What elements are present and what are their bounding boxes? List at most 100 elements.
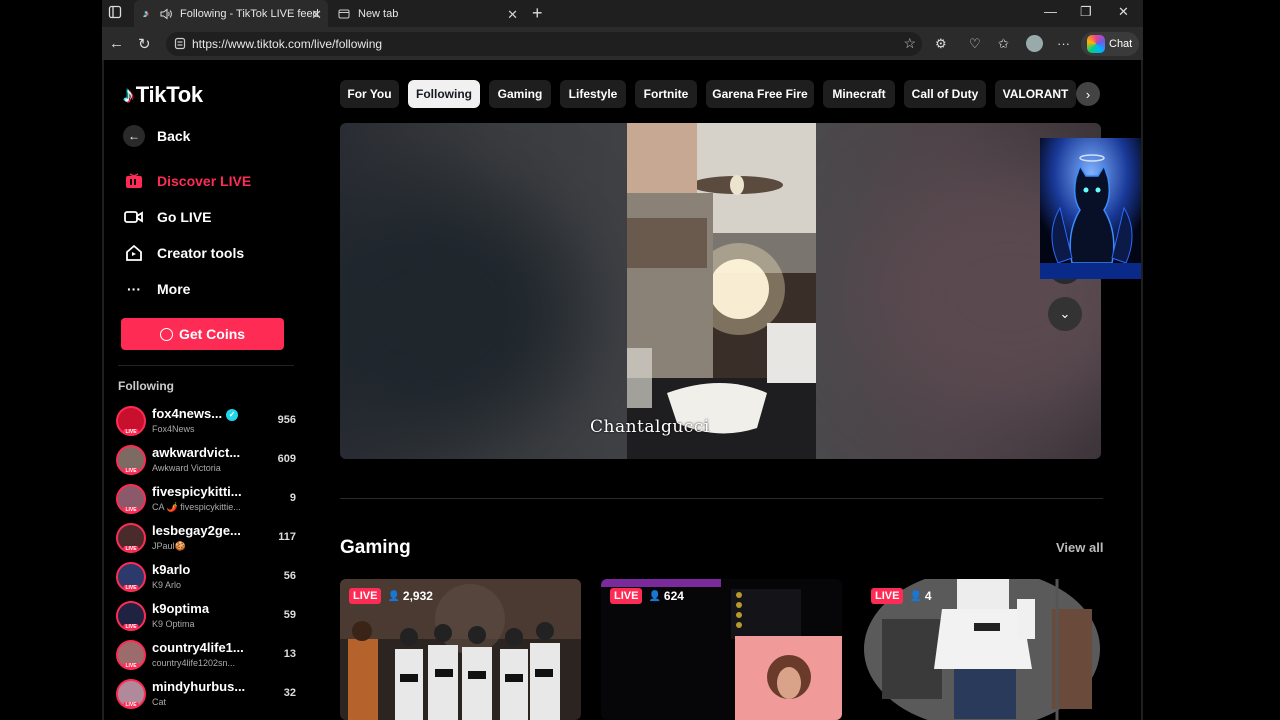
following-item[interactable]: LIVE awkwardvict... Awkward Victoria 609 bbox=[116, 442, 296, 480]
category-pill[interactable]: Gaming bbox=[489, 80, 551, 108]
settings-more-icon[interactable]: ··· bbox=[1057, 36, 1070, 51]
avatar: LIVE bbox=[116, 679, 146, 709]
nav-label: Discover LIVE bbox=[157, 173, 252, 189]
profile-avatar-icon[interactable] bbox=[1026, 35, 1043, 52]
avatar: LIVE bbox=[116, 406, 146, 436]
section-divider bbox=[340, 498, 1103, 499]
following-item[interactable]: LIVE country4life1... country4life1202sn..… bbox=[116, 637, 296, 675]
favorite-star-icon[interactable]: ☆ bbox=[903, 35, 916, 52]
view-all-link[interactable]: View all bbox=[1056, 540, 1103, 555]
following-item[interactable]: LIVE k9arlo K9 Arlo 56 bbox=[116, 559, 296, 597]
gaming-stream-card[interactable]: LIVE 👤 624 bbox=[601, 579, 842, 720]
browser-essentials-icon[interactable]: ♡ bbox=[969, 36, 981, 52]
nav-go-live[interactable]: Go LIVE bbox=[121, 207, 211, 227]
favorites-icon[interactable]: ✩ bbox=[998, 36, 1009, 52]
category-pill[interactable]: Minecraft bbox=[823, 80, 895, 108]
nav-creator-tools[interactable]: Creator tools bbox=[121, 243, 244, 263]
gaming-section-title: Gaming bbox=[340, 537, 411, 558]
category-pill[interactable]: Fortnite bbox=[635, 80, 697, 108]
extensions-icon[interactable]: ⚙ bbox=[935, 36, 947, 52]
username-text: awkwardvict... bbox=[152, 445, 241, 460]
avatar: LIVE bbox=[116, 445, 146, 475]
back-circle-icon: ← bbox=[121, 125, 147, 147]
following-username: k9optima bbox=[152, 601, 209, 616]
following-username: fivespicykitti... bbox=[152, 484, 242, 499]
category-pill[interactable]: Lifestyle bbox=[560, 80, 626, 108]
live-ring-badge: LIVE bbox=[123, 663, 139, 669]
chat-label: Chat bbox=[1109, 38, 1133, 50]
category-pill[interactable]: VALORANT bbox=[995, 80, 1076, 108]
gaming-stream-card[interactable]: LIVE 👤 2,932 bbox=[340, 579, 581, 720]
nav-label: Creator tools bbox=[157, 245, 245, 261]
live-ring-badge: LIVE bbox=[123, 429, 139, 435]
copilot-icon bbox=[1087, 35, 1105, 53]
get-coins-button[interactable]: Get Coins bbox=[121, 318, 284, 350]
new-tab-page-icon bbox=[338, 8, 350, 20]
site-info-icon[interactable] bbox=[174, 37, 186, 50]
nav-discover-live[interactable]: Discover LIVE bbox=[121, 171, 251, 191]
speaker-icon[interactable] bbox=[160, 8, 172, 20]
refresh-icon[interactable]: ↻ bbox=[138, 35, 151, 53]
username-text: k9optima bbox=[152, 601, 210, 616]
following-item[interactable]: LIVE k9optima K9 Optima 59 bbox=[116, 598, 296, 636]
viewer-count: 117 bbox=[278, 531, 296, 543]
restore-icon[interactable]: ❐ bbox=[1080, 4, 1092, 20]
back-button[interactable]: ← Back bbox=[121, 125, 190, 147]
tiktok-page: ♪ TikTok ← Back Discover LIVE Go LIVE Cr… bbox=[104, 60, 1141, 720]
chevron-down-icon[interactable]: ⌄ bbox=[1048, 297, 1082, 331]
minimize-icon[interactable]: — bbox=[1044, 4, 1057, 19]
back-arrow-icon[interactable]: ← bbox=[109, 35, 124, 52]
following-item[interactable]: LIVE fox4news... ✓ Fox4News 956 bbox=[116, 403, 296, 441]
viewer-icon: 👤 bbox=[648, 590, 661, 602]
gaming-stream-card[interactable]: LIVE 👤 4 bbox=[862, 579, 1103, 720]
tab-actions-icon[interactable] bbox=[108, 5, 124, 21]
tab-strip: ♪ Following - TikTok LIVE feed ✕ New tab… bbox=[102, 0, 1143, 27]
close-tab-icon[interactable]: ✕ bbox=[311, 7, 322, 23]
category-pill[interactable]: For You bbox=[340, 80, 399, 108]
live-badge: LIVE 👤 624 bbox=[610, 588, 684, 604]
address-bar[interactable]: https://www.tiktok.com/live/following ☆ bbox=[166, 32, 922, 56]
avatar: LIVE bbox=[116, 640, 146, 670]
browser-toolbar: ← ↻ https://www.tiktok.com/live/followin… bbox=[102, 27, 1143, 60]
nav-more[interactable]: ··· More bbox=[121, 279, 190, 299]
live-ring-badge: LIVE bbox=[123, 546, 139, 552]
viewer-count: 624 bbox=[663, 589, 684, 603]
tab-tiktok[interactable]: ♪ Following - TikTok LIVE feed ✕ bbox=[134, 0, 328, 27]
following-item[interactable]: LIVE lesbegay2ge... JPaul🍪 117 bbox=[116, 520, 296, 558]
viewer-count: 13 bbox=[283, 648, 296, 660]
verified-badge-icon: ✓ bbox=[226, 409, 239, 421]
tiktok-logo[interactable]: ♪ TikTok bbox=[123, 82, 203, 108]
close-tab-icon[interactable]: ✕ bbox=[507, 7, 518, 23]
avatar: LIVE bbox=[116, 484, 146, 514]
live-label: LIVE bbox=[610, 588, 643, 604]
copilot-chat-button[interactable]: Chat bbox=[1081, 32, 1139, 56]
logo-text: TikTok bbox=[135, 82, 203, 107]
username-text: country4life1... bbox=[152, 640, 244, 655]
live-video-frame bbox=[627, 123, 816, 459]
viewer-count: 32 bbox=[283, 687, 296, 699]
nav-label: More bbox=[157, 281, 191, 297]
following-username: k9arlo bbox=[152, 562, 190, 577]
category-pill[interactable]: Garena Free Fire bbox=[706, 80, 814, 108]
viewer-count: 59 bbox=[283, 609, 296, 621]
url-text: https://www.tiktok.com/live/following bbox=[192, 37, 383, 51]
following-display-name: country4life1202sn... bbox=[152, 658, 236, 668]
following-item[interactable]: LIVE mindyhurbus... Cat 32 bbox=[116, 676, 296, 714]
viewer-count: 956 bbox=[277, 414, 296, 426]
chevron-right-icon[interactable]: › bbox=[1076, 82, 1100, 106]
nav-label: Go LIVE bbox=[157, 209, 212, 225]
following-item[interactable]: LIVE fivespicykitti... CA 🌶️ fivespicykitt… bbox=[116, 481, 296, 519]
sidebar-divider bbox=[118, 365, 294, 366]
username-text: lesbegay2ge... bbox=[152, 523, 241, 538]
live-player[interactable]: Chantalgucci bbox=[340, 123, 1101, 459]
new-tab-plus-icon[interactable]: + bbox=[532, 3, 543, 24]
avatar: LIVE bbox=[116, 601, 146, 631]
close-window-icon[interactable]: ✕ bbox=[1118, 4, 1129, 20]
category-pill[interactable]: Call of Duty bbox=[904, 80, 986, 108]
player-blur-bg bbox=[340, 183, 580, 443]
live-ring-badge: LIVE bbox=[123, 585, 139, 591]
viewer-icon: 👤 bbox=[387, 590, 400, 602]
category-pill[interactable]: Following bbox=[408, 80, 480, 108]
following-display-name: JPaul🍪 bbox=[152, 541, 186, 551]
tab-new-tab[interactable]: New tab ✕ bbox=[332, 0, 524, 27]
